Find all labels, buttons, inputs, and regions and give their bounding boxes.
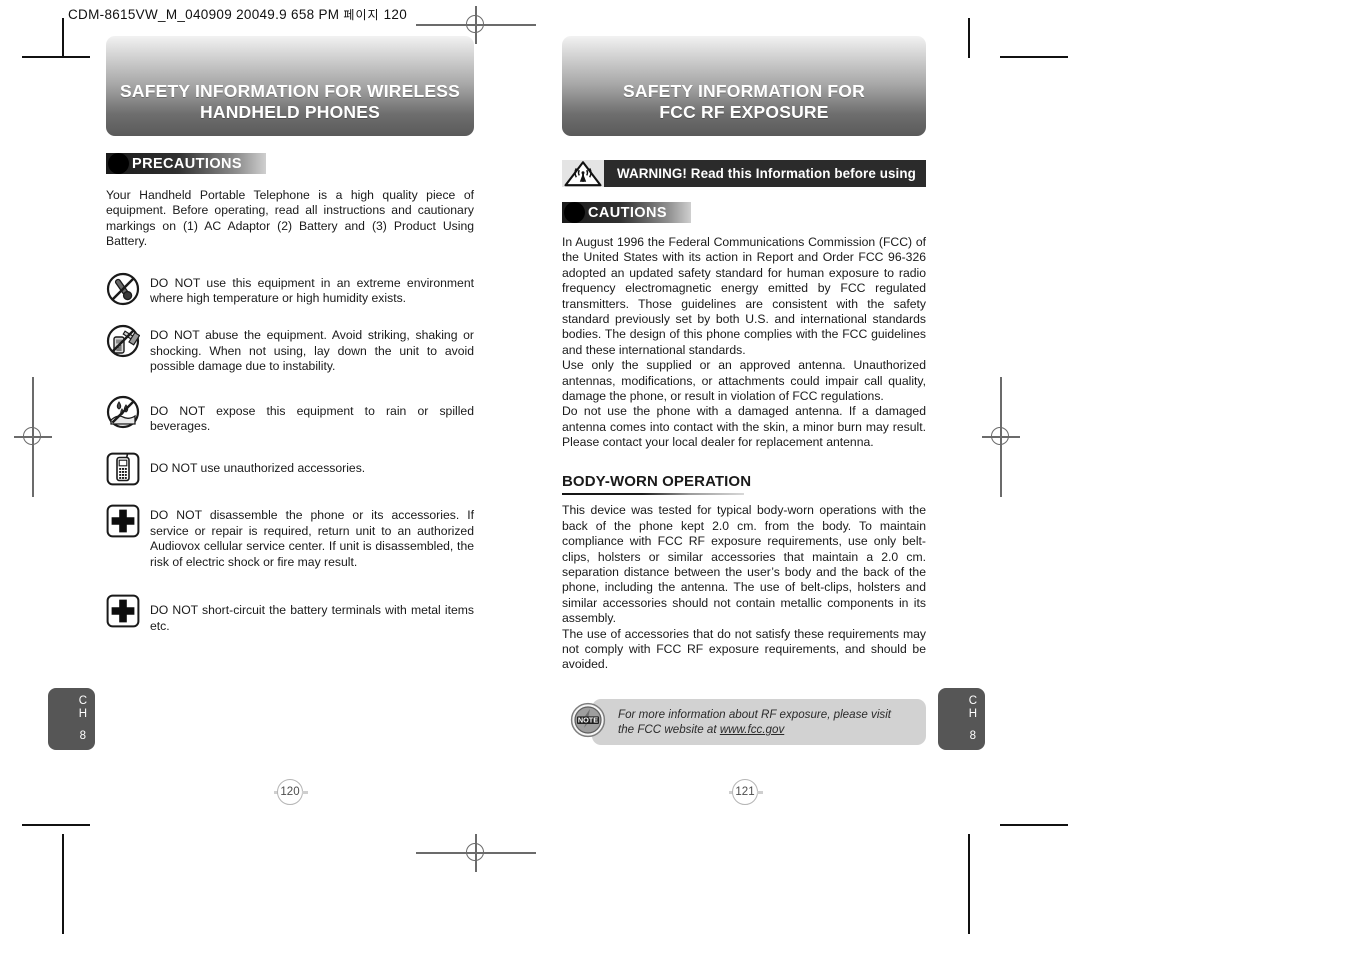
registration-mark-right-middle xyxy=(982,377,1020,538)
list-item: DO NOT disassemble the phone or its acce… xyxy=(106,504,474,570)
body-worn-heading-rule xyxy=(562,492,744,496)
warning-bar-label: WARNING! Read this Information before us… xyxy=(617,166,916,181)
cautions-paragraph: In August 1996 the Federal Communication… xyxy=(562,235,926,357)
left-page-banner: SAFETY INFORMATION FOR WIRELESS HANDHELD… xyxy=(106,36,474,136)
chapter-tab-right-letter1: C xyxy=(968,695,977,707)
list-item-text: DO NOT use unauthorized accessories. xyxy=(150,461,366,476)
precautions-intro: Your Handheld Portable Telephone is a hi… xyxy=(106,188,474,250)
chapter-tab-left-letter2: H xyxy=(78,707,87,720)
precautions-tag: PRECAUTIONS xyxy=(106,153,474,174)
right-page: SAFETY INFORMATION FOR FCC RF EXPOSURE W… xyxy=(562,36,926,745)
chapter-tab-left: C H 8 xyxy=(48,688,95,750)
body-worn-paragraph: The use of accessories that do not satis… xyxy=(562,626,926,672)
body-worn-heading: BODY-WORN OPERATION xyxy=(562,472,752,490)
print-header-korean: 페이지 xyxy=(343,8,380,22)
print-header-text: CDM-8615VW_M_040909 20049.9 658 PM xyxy=(68,7,340,22)
no-abuse-phone-icon xyxy=(106,324,141,358)
print-header: CDM-8615VW_M_040909 20049.9 658 PM 페이지 1… xyxy=(68,6,407,23)
body-worn-paragraph: This device was tested for typical body-… xyxy=(562,503,926,626)
page-number-right: 121 xyxy=(729,779,763,805)
left-page: SAFETY INFORMATION FOR WIRELESS HANDHELD… xyxy=(106,36,474,652)
cautions-tag: CAUTIONS xyxy=(562,202,926,223)
note-icon: NOTE xyxy=(570,702,606,738)
list-item-text: DO NOT disassemble the phone or its acce… xyxy=(150,508,474,569)
crop-mark-bottom-right-v xyxy=(968,834,970,934)
no-heat-humidity-icon xyxy=(106,272,140,306)
list-item: DO NOT expose this equipment to rain or … xyxy=(106,395,474,435)
list-item-text: DO NOT expose this equipment to rain or … xyxy=(150,403,474,434)
chapter-tab-left-letter1: C xyxy=(78,695,87,707)
registration-mark-left-middle xyxy=(14,377,52,538)
chapter-tab-right-letter2: H xyxy=(968,707,977,720)
crop-mark-top-left-v xyxy=(62,18,64,58)
crop-mark-top-right-v xyxy=(968,18,970,58)
warning-bar-row: WARNING! Read this Information before us… xyxy=(562,160,926,187)
bullet-dot-icon xyxy=(564,202,585,223)
page-number-left: 120 xyxy=(274,779,308,805)
list-item-text: DO NOT short-circuit the battery termina… xyxy=(150,603,474,633)
no-short-circuit-icon xyxy=(106,594,140,628)
cautions-paragraph: Use only the supplied or an approved ant… xyxy=(562,358,926,404)
list-item-text: DO NOT abuse the equipment. Avoid striki… xyxy=(150,328,474,374)
chapter-tab-left-number: 8 xyxy=(79,730,86,742)
right-page-banner: SAFETY INFORMATION FOR FCC RF EXPOSURE xyxy=(562,36,926,136)
cautions-tag-label: CAUTIONS xyxy=(588,204,667,221)
note-callout: NOTE For more information about RF expos… xyxy=(562,698,926,745)
crop-mark-bottom-left-h xyxy=(22,824,90,826)
left-banner-line1: SAFETY INFORMATION FOR WIRELESS xyxy=(120,81,460,101)
precautions-list: DO NOT use this equipment in an extreme … xyxy=(106,272,474,634)
chapter-tab-right-number: 8 xyxy=(969,730,976,742)
bullet-dot-icon xyxy=(108,153,129,174)
rf-radiation-warning-icon xyxy=(562,160,604,187)
svg-text:NOTE: NOTE xyxy=(578,715,598,724)
no-liquid-icon xyxy=(106,395,140,429)
body-worn-section: BODY-WORN OPERATION This device was test… xyxy=(562,451,926,673)
chapter-tab-right-letters: C H xyxy=(969,695,977,720)
list-item-text: DO NOT use this equipment in an extreme … xyxy=(150,275,474,306)
crop-mark-bottom-left-v xyxy=(62,834,64,934)
no-unauthorized-accessory-icon xyxy=(106,452,140,486)
page-number-right-value: 121 xyxy=(732,779,758,805)
cautions-body: In August 1996 the Federal Communication… xyxy=(562,235,926,451)
no-disassemble-icon xyxy=(106,504,140,538)
page-number-right-wing xyxy=(302,790,308,794)
right-banner-line2: FCC RF EXPOSURE xyxy=(659,102,829,122)
print-header-page-ref: 120 xyxy=(383,7,408,22)
crop-mark-bottom-right-h xyxy=(1000,824,1068,826)
precautions-tag-label: PRECAUTIONS xyxy=(132,155,242,172)
crop-mark-top-right-h xyxy=(1000,56,1068,58)
chapter-tab-left-letters: C H xyxy=(79,695,87,720)
page-number-left-value: 120 xyxy=(277,779,303,805)
cautions-paragraph: Do not use the phone with a damaged ante… xyxy=(562,404,926,450)
list-item: DO NOT short-circuit the battery termina… xyxy=(106,594,474,634)
right-banner-line1: SAFETY INFORMATION FOR xyxy=(623,81,865,101)
chapter-tab-right: C H 8 xyxy=(938,688,985,750)
registration-mark-bottom-center xyxy=(416,834,577,872)
warning-bar: WARNING! Read this Information before us… xyxy=(604,160,926,187)
note-url-link[interactable]: www.fcc.gov xyxy=(720,723,784,736)
precautions-intro-text: Your Handheld Portable Telephone is a hi… xyxy=(106,188,474,249)
list-item: DO NOT use unauthorized accessories. xyxy=(106,452,474,486)
crop-mark-top-left-h xyxy=(22,56,90,58)
page-number-right-wing xyxy=(757,790,763,794)
note-text: For more information about RF exposure, … xyxy=(618,707,908,738)
registration-mark-top-center xyxy=(416,6,577,44)
left-banner-line2: HANDHELD PHONES xyxy=(200,102,380,122)
precautions-tag-bar: PRECAUTIONS xyxy=(106,153,266,174)
list-item: DO NOT abuse the equipment. Avoid striki… xyxy=(106,324,474,374)
list-item: DO NOT use this equipment in an extreme … xyxy=(106,272,474,307)
